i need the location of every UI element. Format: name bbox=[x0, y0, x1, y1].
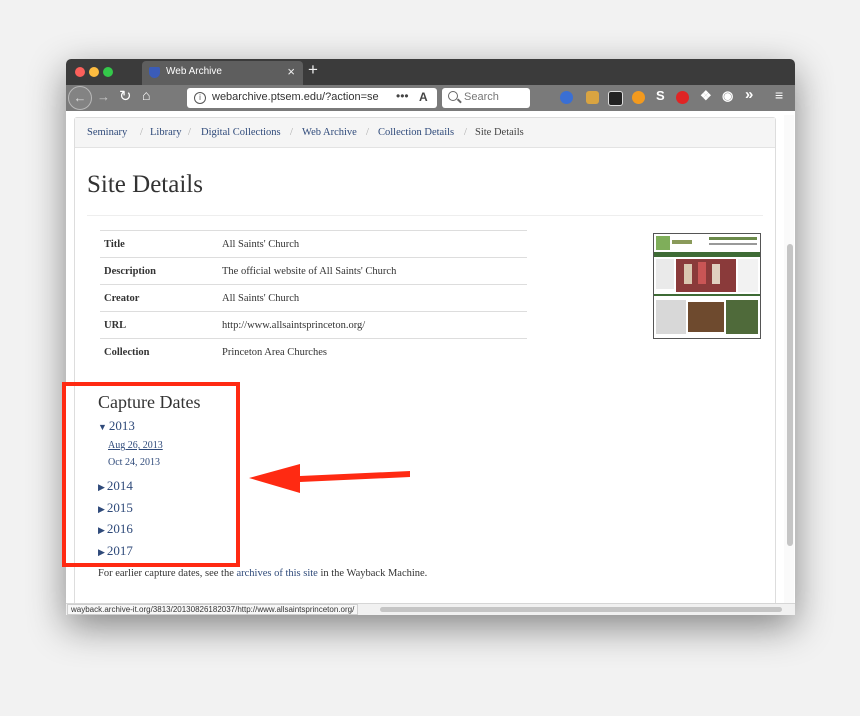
year-2014-toggle[interactable]: ▶ 2014 bbox=[98, 478, 133, 494]
back-icon[interactable]: ← bbox=[68, 86, 92, 110]
details-value: The official website of All Saints' Chur… bbox=[218, 257, 527, 285]
year-label: 2015 bbox=[106, 500, 133, 515]
tab-bar: Web Archive × + bbox=[66, 59, 795, 85]
details-label: Creator bbox=[100, 284, 218, 312]
status-bar: wayback.archive-it.org/3813/201308261820… bbox=[66, 603, 795, 615]
breadcrumb-library[interactable]: Library bbox=[150, 127, 182, 138]
details-value: All Saints' Church bbox=[218, 284, 527, 312]
account-icon[interactable]: ◉ bbox=[722, 88, 733, 104]
zoom-window-button[interactable] bbox=[103, 67, 113, 77]
address-bar[interactable]: i webarchive.ptsem.edu/?action=se ••• A bbox=[187, 88, 437, 108]
breadcrumb-web-archive[interactable]: Web Archive bbox=[302, 127, 357, 138]
tab-close-icon[interactable]: × bbox=[287, 64, 295, 79]
details-label: Description bbox=[100, 257, 218, 285]
breadcrumb-separator: / bbox=[464, 127, 467, 138]
table-row: Description The official website of All … bbox=[100, 257, 527, 285]
page-actions-icon[interactable]: ••• bbox=[396, 89, 409, 103]
browser-window: Web Archive × + ← → ↻ ⌂ i webarchive.pts… bbox=[66, 59, 795, 615]
breadcrumb-separator: / bbox=[290, 127, 293, 138]
coupon-icon[interactable] bbox=[632, 91, 645, 104]
year-label: 2016 bbox=[106, 521, 133, 536]
year-2013-toggle[interactable]: ▼ 2013 bbox=[98, 418, 135, 434]
details-value: http://www.allsaintsprinceton.org/ bbox=[218, 311, 527, 339]
s-icon[interactable]: S bbox=[656, 88, 665, 103]
note-text: For earlier capture dates, see the bbox=[98, 568, 234, 579]
year-2016-toggle[interactable]: ▶ 2016 bbox=[98, 521, 133, 537]
reader-mode-icon[interactable]: A bbox=[419, 90, 428, 104]
content-panel: Seminary / Library / Digital Collections… bbox=[74, 117, 776, 607]
puzzle-icon[interactable]: ❖ bbox=[700, 88, 712, 104]
details-label: URL bbox=[100, 311, 218, 339]
breadcrumb-separator: / bbox=[140, 127, 143, 138]
caret-right-icon: ▶ bbox=[98, 482, 105, 492]
year-2017-toggle[interactable]: ▶ 2017 bbox=[98, 543, 133, 559]
info-icon[interactable]: i bbox=[194, 92, 206, 104]
status-url: wayback.archive-it.org/3813/201308261820… bbox=[67, 604, 359, 615]
search-box[interactable]: Search bbox=[442, 88, 530, 108]
caret-right-icon: ▶ bbox=[98, 525, 105, 535]
title-divider bbox=[87, 215, 763, 216]
table-row: Creator All Saints' Church bbox=[100, 284, 527, 312]
overflow-icon[interactable]: » bbox=[745, 86, 753, 103]
tab-title: Web Archive bbox=[166, 66, 222, 77]
home-icon[interactable]: ⌂ bbox=[142, 87, 150, 103]
search-placeholder: Search bbox=[464, 91, 499, 103]
search-icon bbox=[448, 91, 458, 101]
table-row: Title All Saints' Church bbox=[100, 230, 527, 258]
note-text: in the Wayback Machine. bbox=[320, 568, 428, 579]
year-label: 2013 bbox=[108, 418, 135, 433]
caret-down-icon: ▼ bbox=[98, 422, 107, 432]
close-window-button[interactable] bbox=[75, 67, 85, 77]
reload-icon[interactable]: ↻ bbox=[119, 87, 132, 105]
breadcrumb-collection-details[interactable]: Collection Details bbox=[378, 127, 454, 138]
year-label: 2017 bbox=[106, 543, 133, 558]
forward-icon[interactable]: → bbox=[97, 89, 110, 104]
year-2015-toggle[interactable]: ▶ 2015 bbox=[98, 500, 133, 516]
breadcrumb-current: Site Details bbox=[475, 127, 524, 138]
details-value: Princeton Area Churches bbox=[218, 338, 527, 365]
adblock-icon[interactable] bbox=[676, 91, 689, 104]
details-label: Title bbox=[100, 230, 218, 258]
screenshot-icon[interactable] bbox=[608, 91, 623, 106]
notes-icon[interactable] bbox=[586, 91, 599, 104]
breadcrumb-digital-collections[interactable]: Digital Collections bbox=[201, 127, 281, 138]
browser-tab[interactable]: Web Archive × bbox=[142, 61, 303, 85]
menu-icon[interactable]: ≡ bbox=[775, 87, 783, 103]
breadcrumb: Seminary / Library / Digital Collections… bbox=[75, 118, 775, 148]
breadcrumb-separator: / bbox=[188, 127, 191, 138]
pocket-icon[interactable] bbox=[560, 91, 573, 104]
navigation-toolbar: ← → ↻ ⌂ i webarchive.ptsem.edu/?action=s… bbox=[66, 85, 795, 111]
table-row: URL http://www.allsaintsprinceton.org/ bbox=[100, 311, 527, 339]
caret-right-icon: ▶ bbox=[98, 504, 105, 514]
vertical-scrollbar-thumb[interactable] bbox=[787, 244, 793, 546]
breadcrumb-separator: / bbox=[366, 127, 369, 138]
year-label: 2014 bbox=[106, 478, 133, 493]
minimize-window-button[interactable] bbox=[89, 67, 99, 77]
page-title: Site Details bbox=[87, 171, 203, 198]
caret-right-icon: ▶ bbox=[98, 547, 105, 557]
details-label: Collection bbox=[100, 338, 218, 365]
wayback-archives-link[interactable]: archives of this site bbox=[236, 568, 317, 579]
thumbnail-image bbox=[654, 234, 760, 338]
url-text[interactable]: webarchive.ptsem.edu/?action=se bbox=[212, 91, 387, 103]
capture-date-link[interactable]: Oct 24, 2013 bbox=[108, 457, 160, 468]
site-details-table: Title All Saints' Church Description The… bbox=[100, 230, 527, 365]
site-screenshot-thumbnail[interactable] bbox=[653, 233, 761, 339]
capture-date-link[interactable]: Aug 26, 2013 bbox=[108, 440, 163, 451]
horizontal-scrollbar-thumb[interactable] bbox=[380, 607, 782, 612]
new-tab-button[interactable]: + bbox=[308, 60, 318, 80]
capture-dates-heading: Capture Dates bbox=[98, 392, 201, 412]
earlier-captures-note: For earlier capture dates, see the archi… bbox=[98, 568, 427, 579]
details-value: All Saints' Church bbox=[218, 230, 527, 258]
breadcrumb-seminary[interactable]: Seminary bbox=[87, 127, 127, 138]
page-content: Seminary / Library / Digital Collections… bbox=[66, 111, 795, 607]
table-row: Collection Princeton Area Churches bbox=[100, 338, 527, 365]
shield-favicon-icon bbox=[149, 67, 160, 78]
